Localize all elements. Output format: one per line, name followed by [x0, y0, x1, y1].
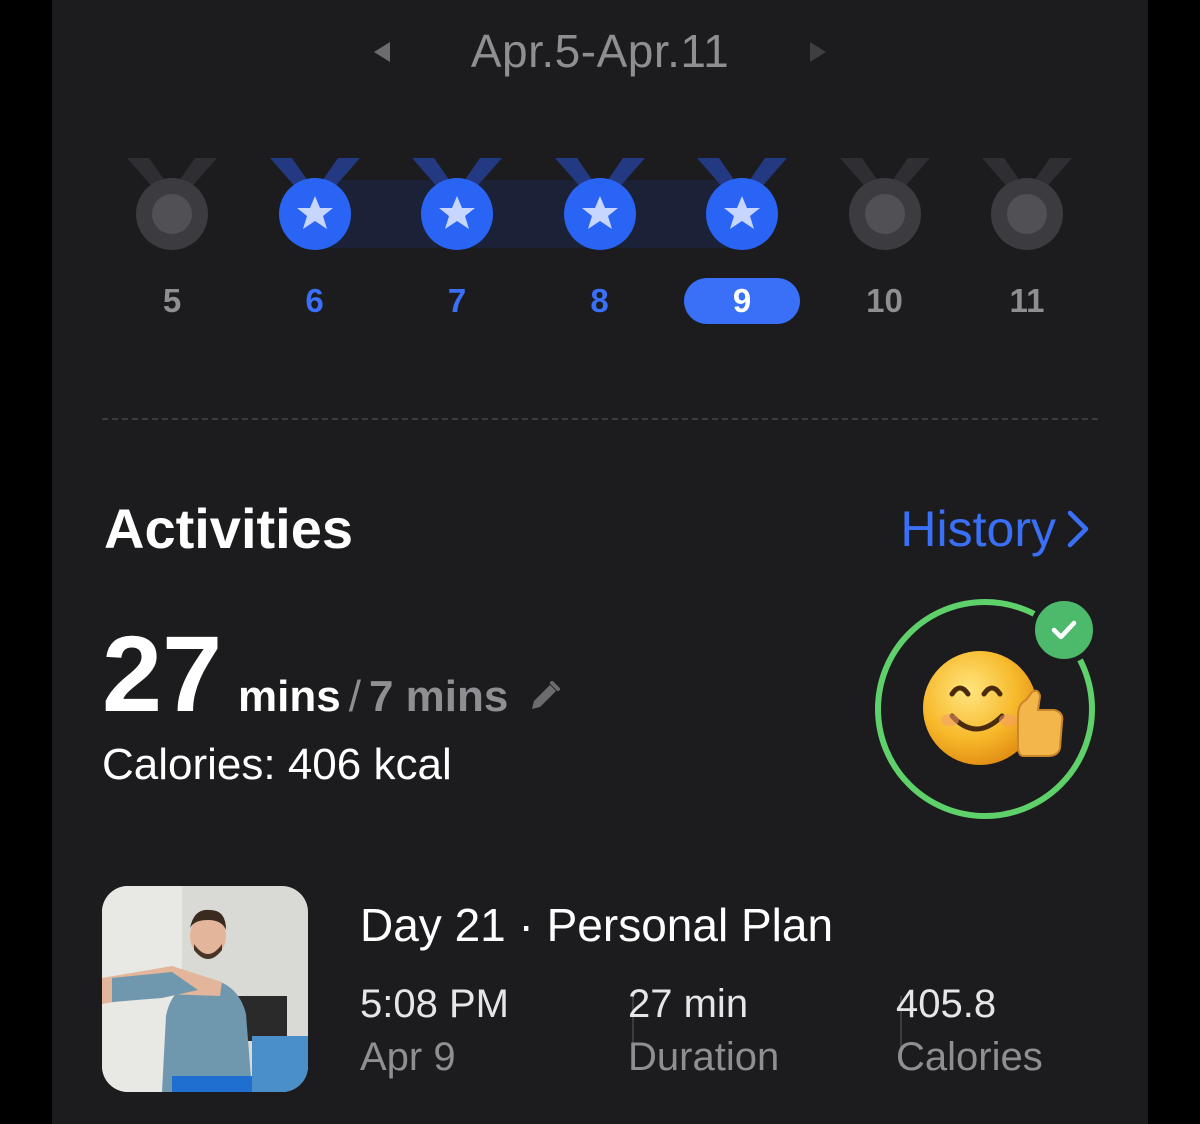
day-7[interactable]: 7	[397, 150, 517, 340]
minutes-goal: 7 mins	[368, 672, 509, 721]
day-11[interactable]: 11	[967, 150, 1087, 340]
day-number: 10	[866, 282, 903, 319]
star-medal-icon	[697, 158, 787, 250]
empty-medal-icon	[127, 158, 217, 250]
record-time-value: 5:08 PM	[360, 982, 509, 1026]
goal-complete-badge	[1030, 596, 1098, 664]
star-medal-icon	[269, 158, 360, 250]
minutes-summary: mins / 7 mins	[238, 672, 562, 722]
next-week-button[interactable]	[798, 32, 838, 72]
record-duration-label: Duration	[628, 1035, 780, 1079]
record-calories-value: 405.8	[896, 982, 997, 1026]
pencil-icon	[532, 681, 561, 709]
star-medal-icon	[554, 158, 645, 250]
record-calories-label: Calories	[896, 1035, 1043, 1079]
week-day-strip: 5 6 7 8 9 10 11	[52, 150, 1148, 340]
workout-thumbnail	[102, 886, 308, 1092]
star-medal-icon	[412, 158, 502, 250]
history-link[interactable]: History	[900, 500, 1090, 558]
activities-title: Activities	[104, 497, 353, 560]
day-number: 7	[447, 282, 467, 319]
chevron-right-icon	[1067, 510, 1089, 548]
weekly-activity-card: Apr.5-Apr.11 5 6 7 8 9 10 11 Activities Histor…	[52, 0, 1148, 1124]
smiling-thumbs-up-emoji	[923, 651, 1064, 765]
check-icon	[1051, 620, 1077, 640]
record-title: Day 21 · Personal Plan	[360, 899, 834, 951]
day-6[interactable]: 6	[255, 150, 375, 340]
day-number: 8	[590, 282, 609, 319]
day-number: 9	[684, 278, 800, 324]
minutes-value: 27	[102, 613, 223, 734]
day-10[interactable]: 10	[825, 150, 945, 340]
week-range-label: Apr.5-Apr.11	[470, 25, 730, 77]
minutes-unit: mins	[238, 672, 341, 721]
record-duration: 27 min Duration	[628, 982, 779, 1080]
calories-total: Calories: 406 kcal	[102, 740, 452, 789]
day-5[interactable]: 5	[112, 150, 232, 340]
day-number: 5	[162, 282, 182, 319]
record-duration-value: 27 min	[628, 982, 749, 1026]
empty-medal-icon	[982, 158, 1072, 250]
empty-medal-icon	[839, 158, 930, 250]
streak-band	[314, 180, 742, 248]
day-8[interactable]: 8	[540, 150, 660, 340]
record-time: 5:08 PM Apr 9	[360, 982, 509, 1080]
record-date-label: Apr 9	[360, 1035, 456, 1079]
edit-goal-button[interactable]	[528, 674, 562, 724]
day-number: 6	[305, 282, 324, 319]
chevron-right-icon	[810, 42, 826, 62]
record-calories: 405.8 Calories	[896, 982, 1043, 1080]
minutes-slash: /	[348, 672, 361, 721]
activity-record[interactable]: Day 21 · Personal Plan 5:08 PM Apr 9 27 …	[102, 886, 1102, 1092]
day-number: 11	[1009, 282, 1045, 319]
day-9[interactable]: 9	[682, 150, 802, 340]
week-navigator: Apr.5-Apr.11	[52, 22, 1148, 82]
history-label: History	[900, 501, 1056, 557]
section-divider	[102, 418, 1098, 420]
